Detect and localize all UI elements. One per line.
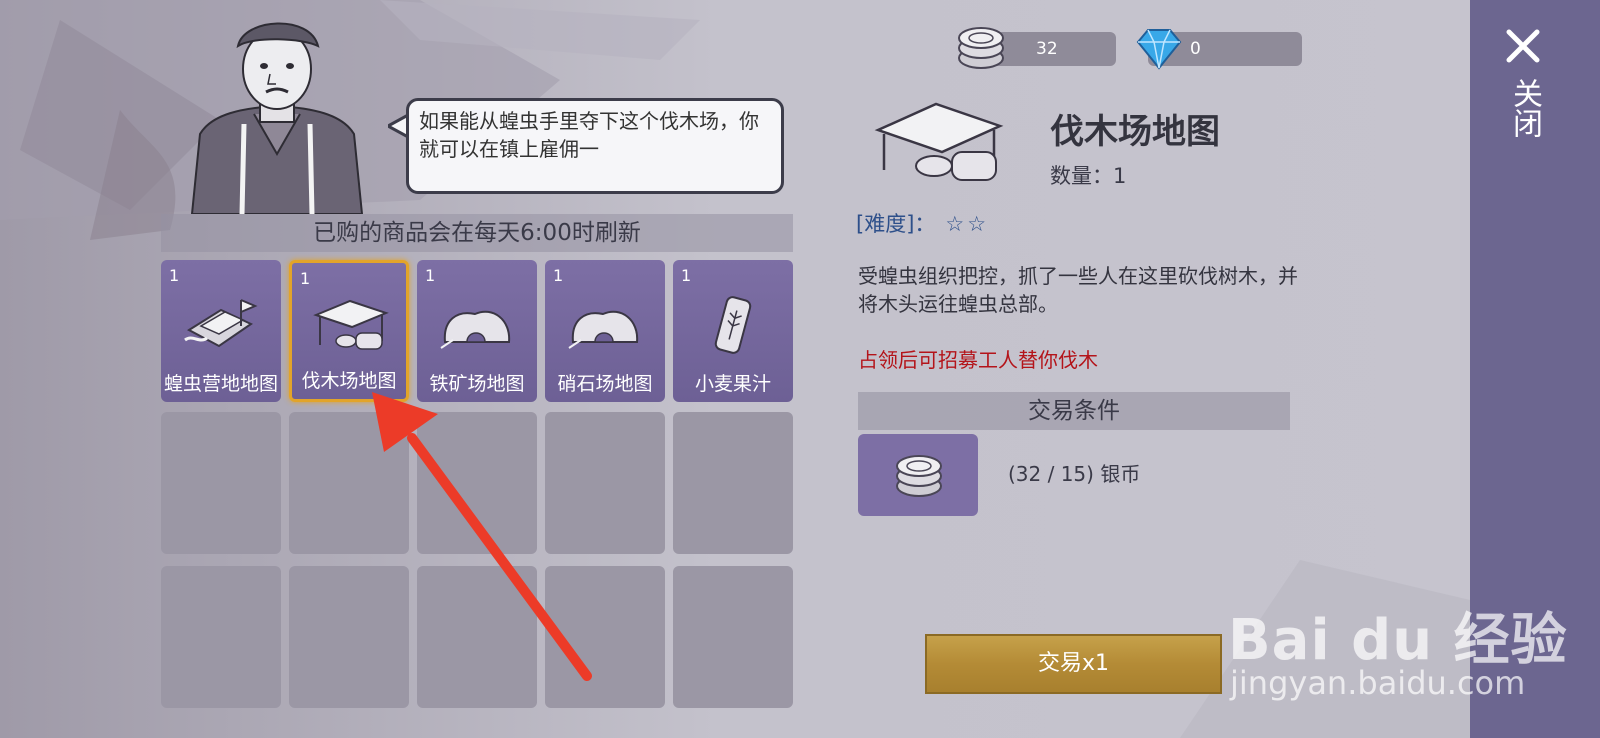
empty-slot <box>161 412 281 554</box>
npc-dialog-text: 如果能从蝗虫手里夺下这个伐木场，你就可以在镇上雇佣一 <box>419 109 759 161</box>
empty-slot <box>545 412 665 554</box>
shop-item-lumberyard-map[interactable]: 1 伐木场地图 <box>289 260 409 402</box>
item-count: 1 <box>681 266 692 285</box>
shop-item-wheat-juice[interactable]: 1 小麦果汁 <box>673 260 793 402</box>
item-count: 1 <box>425 266 436 285</box>
silver-coin-value: 32 <box>1036 39 1058 59</box>
item-name: 铁矿场地图 <box>429 373 525 395</box>
item-description: 受蝗虫组织把控，抓了一些人在这里砍伐树木，并将木头运往蝗虫总部。 <box>858 264 1298 316</box>
empty-slot <box>417 412 537 554</box>
close-label[interactable]: 关闭 <box>1507 78 1542 138</box>
silver-coin-icon <box>896 455 942 497</box>
item-name: 蝗虫营地地图 <box>163 373 278 395</box>
empty-slot <box>289 566 409 708</box>
saltpeter-mine-map-icon <box>568 310 639 349</box>
difficulty-rating: [难度]： ☆☆ <box>856 208 989 238</box>
close-icon[interactable] <box>1503 26 1543 66</box>
difficulty-stars: ☆☆ <box>945 212 990 236</box>
item-count: 1 <box>300 269 311 288</box>
item-count: 1 <box>553 266 564 285</box>
silver-coin-icon <box>958 27 1004 69</box>
item-effect: 占领后可招募工人替你伐木 <box>858 348 1098 372</box>
watermark-url: jingyan.baidu.com <box>1230 664 1526 702</box>
shop-screen: 如果能从蝗虫手里夺下这个伐木场，你就可以在镇上雇佣一 已购的商品会在每天6:00… <box>0 0 1600 738</box>
diamond-icon <box>1136 29 1182 70</box>
item-count: 1 <box>169 266 180 285</box>
empty-slot <box>289 412 409 554</box>
npc-speech-bubble: 如果能从蝗虫手里夺下这个伐木场，你就可以在镇上雇佣一 <box>406 98 784 194</box>
item-name: 硝石场地图 <box>557 373 653 395</box>
empty-slot <box>673 566 793 708</box>
selected-item-quantity: 数量：1 <box>1050 164 1127 188</box>
item-name: 伐木场地图 <box>301 370 397 392</box>
selected-item-icon <box>874 102 1004 181</box>
trade-conditions-header: 交易条件 <box>858 392 1290 430</box>
camp-map-icon <box>184 299 258 348</box>
shop-item-iron-mine-map[interactable]: 1 铁矿场地图 <box>417 260 537 402</box>
npc-portrait <box>190 22 364 214</box>
trade-button[interactable]: 交易x1 <box>925 634 1222 694</box>
empty-slot <box>417 566 537 708</box>
empty-slot <box>673 412 793 554</box>
empty-slot <box>161 566 281 708</box>
wheat-juice-can-icon <box>714 296 752 354</box>
refresh-notice: 已购的商品会在每天6:00时刷新 <box>161 214 793 252</box>
shop-item-saltpeter-mine-map[interactable]: 1 硝石场地图 <box>545 260 665 402</box>
selected-item-title: 伐木场地图 <box>1050 112 1220 152</box>
cost-item-slot <box>858 434 978 516</box>
iron-mine-map-icon <box>440 310 511 349</box>
difficulty-label: [难度]： <box>856 212 936 236</box>
item-name: 小麦果汁 <box>694 373 771 395</box>
empty-slot <box>545 566 665 708</box>
cost-requirement: (32 / 15) 银币 <box>1008 462 1141 486</box>
gem-value: 0 <box>1190 39 1201 59</box>
shop-item-camp-map[interactable]: 1 蝗虫营地地图 <box>161 260 281 402</box>
lumberyard-map-icon <box>313 299 389 350</box>
